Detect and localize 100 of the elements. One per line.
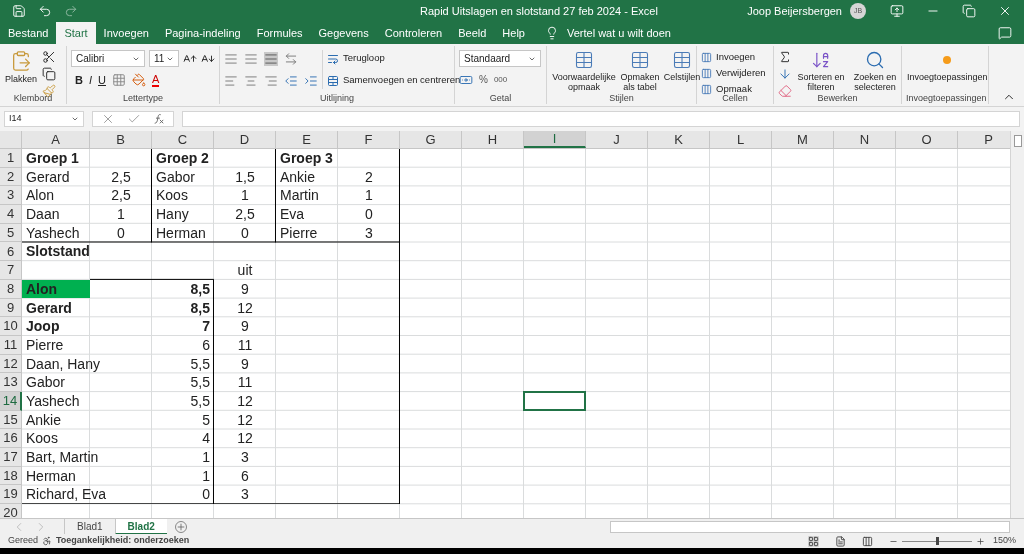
zoom-level[interactable]: 150% (992, 534, 1016, 548)
percent-button[interactable]: % (479, 72, 488, 87)
align-bottom-icon[interactable] (264, 51, 278, 66)
row-header[interactable]: 7 (0, 261, 22, 280)
row-header[interactable]: 3 (0, 186, 22, 206)
copy-icon[interactable] (42, 67, 57, 81)
underline-button[interactable]: U (98, 72, 106, 89)
ribbon-display-icon[interactable] (890, 4, 904, 18)
comment-icon[interactable] (998, 26, 1012, 40)
ribbon-tab[interactable]: Invoegen (95, 22, 157, 44)
fill-icon[interactable] (778, 67, 792, 81)
increase-indent-icon[interactable] (304, 73, 318, 88)
page-layout-icon[interactable] (834, 535, 846, 547)
addins-button[interactable]: Invoegtoepassingen (906, 50, 989, 82)
accessibility-status[interactable]: Toegankelijkheid: onderzoeken (56, 534, 190, 548)
font-name-field[interactable]: Calibri (71, 50, 145, 67)
decrease-indent-icon[interactable] (284, 73, 298, 88)
ribbon-tab[interactable]: Bestand (0, 22, 57, 44)
sheet-tab[interactable]: Blad2 (114, 518, 167, 535)
align-right-icon[interactable] (264, 73, 278, 88)
vertical-scrollbar[interactable] (1010, 131, 1024, 518)
column-header[interactable]: D (214, 131, 276, 148)
cancel-icon[interactable] (101, 112, 115, 126)
zoom-slider[interactable] (901, 537, 972, 545)
column-header[interactable]: B (90, 131, 152, 148)
column-header[interactable]: A (22, 131, 90, 148)
column-header[interactable]: O (896, 131, 958, 148)
row-header[interactable]: 17 (0, 448, 22, 467)
row-header[interactable]: 4 (0, 205, 22, 224)
ribbon-tab[interactable]: Controleren (376, 22, 451, 44)
ribbon-tab[interactable]: Formules (248, 22, 311, 44)
column-header[interactable]: E (276, 131, 338, 148)
row-header[interactable]: 20 (0, 504, 22, 518)
font-color-button[interactable]: A (151, 73, 160, 88)
bold-button[interactable]: B (75, 72, 83, 89)
tell-me-field[interactable]: Vertel wat u wilt doen (566, 24, 671, 42)
cell-text: 6 (240, 466, 250, 485)
align-center-icon[interactable] (244, 73, 258, 88)
cells-button[interactable]: Opmaak (701, 82, 766, 96)
borders-icon[interactable] (111, 73, 126, 88)
name-box[interactable]: I14 (4, 111, 84, 127)
normal-view-icon[interactable] (807, 535, 819, 547)
page-break-icon[interactable] (861, 535, 873, 547)
styles-button[interactable]: Celstijlen (663, 50, 701, 82)
column-header[interactable]: M (772, 131, 834, 148)
ribbon-tab[interactable]: Help (494, 22, 533, 44)
align-middle-icon[interactable] (244, 51, 258, 66)
styles-button[interactable]: Opmaken als tabel (621, 50, 659, 92)
fill-color-icon[interactable] (131, 73, 146, 88)
eraser-icon[interactable] (778, 84, 792, 98)
close-icon[interactable] (998, 4, 1012, 18)
number-format-field[interactable]: Standaard (459, 50, 541, 67)
column-header[interactable]: C (152, 131, 214, 148)
row-header[interactable]: 16 (0, 429, 22, 448)
horizontal-scrollbar[interactable] (610, 520, 1010, 533)
merge-center-button[interactable]: Samenvoegen en centreren (327, 72, 461, 89)
editing-button[interactable]: Sorteren en filteren (796, 50, 846, 92)
cut-icon[interactable] (42, 50, 57, 64)
row-header[interactable]: 1 (0, 149, 22, 168)
column-header[interactable]: I (524, 131, 586, 148)
align-left-icon[interactable] (224, 73, 238, 88)
editing-button[interactable]: Zoeken en selecteren (850, 50, 900, 92)
column-header[interactable]: G (400, 131, 462, 148)
cell-text: Yashech (25, 223, 81, 242)
column-header[interactable]: J (586, 131, 648, 148)
zoom-in-icon[interactable] (975, 536, 985, 546)
save-icon[interactable] (12, 4, 26, 18)
column-header[interactable]: L (710, 131, 772, 148)
enter-icon[interactable] (127, 112, 141, 126)
column-header[interactable]: F (338, 131, 400, 148)
ribbon-tab[interactable]: Beeld (450, 22, 495, 44)
ribbon-tab[interactable]: Start (56, 22, 96, 44)
column-header[interactable]: K (648, 131, 710, 148)
styles-button[interactable]: Voorwaardelijke opmaak (551, 50, 617, 92)
zoom-thumb[interactable] (935, 537, 939, 545)
cell-text: 2 (364, 167, 374, 186)
undo-icon[interactable] (38, 4, 52, 18)
row-header[interactable]: 19 (0, 485, 22, 505)
font-size-field[interactable]: 11 (149, 50, 179, 67)
ribbon-tab[interactable]: Gegevens (310, 22, 377, 44)
ribbon-tab[interactable]: Pagina-indeling (156, 22, 249, 44)
cells-button[interactable]: Verwijderen (701, 66, 766, 80)
function-icon[interactable] (153, 113, 165, 125)
cells-button[interactable]: Invoegen (701, 50, 766, 64)
sum-icon[interactable] (778, 50, 792, 64)
italic-button[interactable]: I (88, 72, 92, 89)
orientation-icon[interactable] (284, 51, 298, 66)
row-header[interactable]: 13 (0, 373, 22, 392)
row-header[interactable]: 6 (0, 242, 22, 262)
selected-cell[interactable] (523, 390, 586, 411)
restore-icon[interactable] (962, 4, 976, 18)
thousands-button[interactable]: 000 (493, 73, 508, 86)
cell-text: 1 (364, 186, 374, 205)
table-icon (672, 50, 692, 70)
row-header[interactable]: 10 (0, 317, 22, 336)
column-header[interactable]: N (834, 131, 896, 148)
paste-button[interactable]: Plakken (4, 50, 39, 84)
align-top-icon[interactable] (224, 51, 238, 66)
formula-input[interactable] (182, 111, 1020, 127)
wrap-text-button[interactable]: Terugloop (327, 50, 461, 67)
